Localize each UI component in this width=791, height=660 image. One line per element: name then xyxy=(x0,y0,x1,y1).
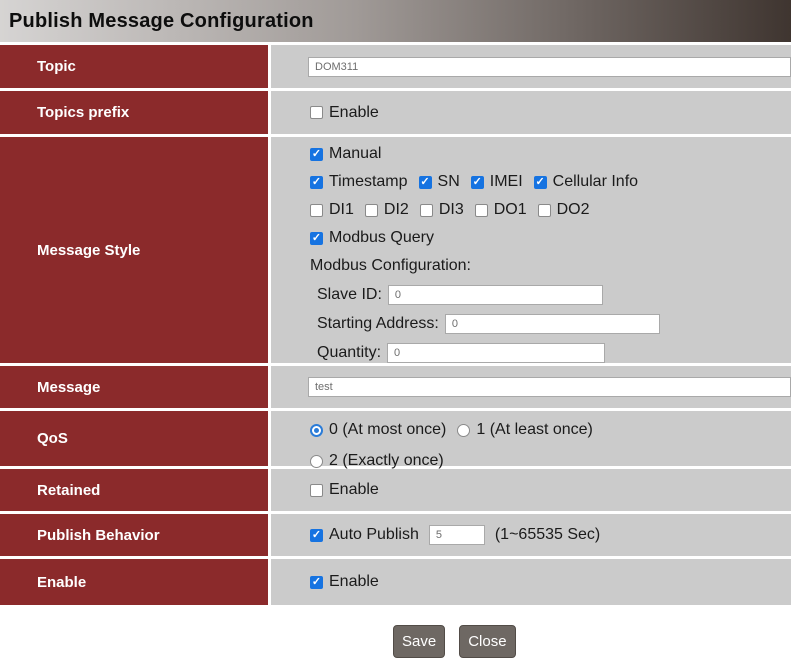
starting-address-input[interactable] xyxy=(445,314,660,334)
retained-label: Retained xyxy=(0,469,268,511)
qos-1-label: 1 (At least once) xyxy=(476,421,593,439)
message-style-label: Message Style xyxy=(0,137,268,363)
slave-id-input[interactable] xyxy=(388,285,603,305)
message-style-content: Manual Timestamp SN IMEI Cell xyxy=(271,137,791,363)
message-label: Message xyxy=(0,366,268,408)
starting-address-label: Starting Address: xyxy=(317,315,439,333)
message-style-row: Message Style Manual Timestamp SN xyxy=(0,137,791,363)
title-bar: Publish Message Configuration xyxy=(0,0,791,42)
enable-label: Enable xyxy=(0,559,268,605)
auto-publish-checkbox[interactable] xyxy=(310,529,323,542)
di1-checkbox[interactable] xyxy=(310,204,323,217)
manual-label: Manual xyxy=(329,145,381,163)
retained-row: Retained Enable xyxy=(0,469,791,511)
topics-prefix-row: Topics prefix Enable xyxy=(0,91,791,134)
slave-id-label: Slave ID: xyxy=(317,286,382,304)
cellular-info-checkbox[interactable] xyxy=(534,176,547,189)
qos-line-1: 0 (At most once) 1 (At least once) xyxy=(310,421,791,439)
publish-message-config-table: Topic Topics prefix Enable Message Style… xyxy=(0,45,791,605)
imei-label: IMEI xyxy=(490,173,523,191)
modbus-query-label: Modbus Query xyxy=(329,229,434,247)
topics-prefix-enable-checkbox[interactable] xyxy=(310,106,323,119)
quantity-label: Quantity: xyxy=(317,344,381,362)
retained-enable-label: Enable xyxy=(329,481,379,499)
topics-prefix-content: Enable xyxy=(271,91,791,134)
do2-label: DO2 xyxy=(557,201,590,219)
starting-address-line: Starting Address: xyxy=(317,313,791,334)
topics-prefix-label: Topics prefix xyxy=(0,91,268,134)
timestamp-label: Timestamp xyxy=(329,173,408,191)
enable-content: Enable xyxy=(271,559,791,605)
retained-enable-checkbox[interactable] xyxy=(310,484,323,497)
qos-content: 0 (At most once) 1 (At least once) 2 (Ex… xyxy=(271,411,791,466)
sn-label: SN xyxy=(438,173,460,191)
quantity-line: Quantity: xyxy=(317,342,791,363)
manual-checkbox[interactable] xyxy=(310,148,323,161)
page-title: Publish Message Configuration xyxy=(9,10,314,33)
di2-label: DI2 xyxy=(384,201,409,219)
qos-1-radio[interactable] xyxy=(457,424,470,437)
topic-content xyxy=(271,45,791,88)
slave-id-line: Slave ID: xyxy=(317,284,791,305)
modbus-query-line: Modbus Query xyxy=(310,228,791,248)
topic-label: Topic xyxy=(0,45,268,88)
enable-enable-label: Enable xyxy=(329,573,379,591)
message-row: Message xyxy=(0,366,791,408)
di2-checkbox[interactable] xyxy=(365,204,378,217)
metadata-line: Timestamp SN IMEI Cellular Info xyxy=(310,172,791,192)
qos-2-radio[interactable] xyxy=(310,455,323,468)
do1-label: DO1 xyxy=(494,201,527,219)
qos-label: QoS xyxy=(0,411,268,466)
qos-0-label: 0 (At most once) xyxy=(329,421,446,439)
io-line: DI1 DI2 DI3 DO1 DO2 xyxy=(310,200,791,220)
publish-behavior-label: Publish Behavior xyxy=(0,514,268,556)
message-content xyxy=(271,366,791,408)
modbus-query-checkbox[interactable] xyxy=(310,232,323,245)
enable-enable-checkbox[interactable] xyxy=(310,576,323,589)
di3-checkbox[interactable] xyxy=(420,204,433,217)
topic-input[interactable] xyxy=(308,57,791,77)
timestamp-checkbox[interactable] xyxy=(310,176,323,189)
topic-row: Topic xyxy=(0,45,791,88)
retained-content: Enable xyxy=(271,469,791,511)
close-button[interactable]: Close xyxy=(459,625,515,658)
publish-behavior-row: Publish Behavior Auto Publish (1~65535 S… xyxy=(0,514,791,556)
auto-publish-range-hint: (1~65535 Sec) xyxy=(495,526,600,544)
do2-checkbox[interactable] xyxy=(538,204,551,217)
di1-label: DI1 xyxy=(329,201,354,219)
enable-row: Enable Enable xyxy=(0,559,791,605)
cellular-info-label: Cellular Info xyxy=(553,173,638,191)
topics-prefix-enable-label: Enable xyxy=(329,104,379,122)
manual-line: Manual xyxy=(310,144,791,164)
imei-checkbox[interactable] xyxy=(471,176,484,189)
qos-row: QoS 0 (At most once) 1 (At least once) 2… xyxy=(0,411,791,466)
quantity-input[interactable] xyxy=(387,343,605,363)
modbus-configuration-heading: Modbus Configuration: xyxy=(310,256,791,276)
publish-behavior-content: Auto Publish (1~65535 Sec) xyxy=(271,514,791,556)
save-button[interactable]: Save xyxy=(393,625,445,658)
button-bar: Save Close xyxy=(0,625,791,658)
auto-publish-label: Auto Publish xyxy=(329,526,419,544)
auto-publish-interval-input[interactable] xyxy=(429,525,485,545)
di3-label: DI3 xyxy=(439,201,464,219)
qos-2-label: 2 (Exactly once) xyxy=(329,452,444,470)
message-input[interactable] xyxy=(308,377,791,397)
sn-checkbox[interactable] xyxy=(419,176,432,189)
qos-line-2: 2 (Exactly once) xyxy=(310,452,791,470)
qos-0-radio[interactable] xyxy=(310,424,323,437)
do1-checkbox[interactable] xyxy=(475,204,488,217)
